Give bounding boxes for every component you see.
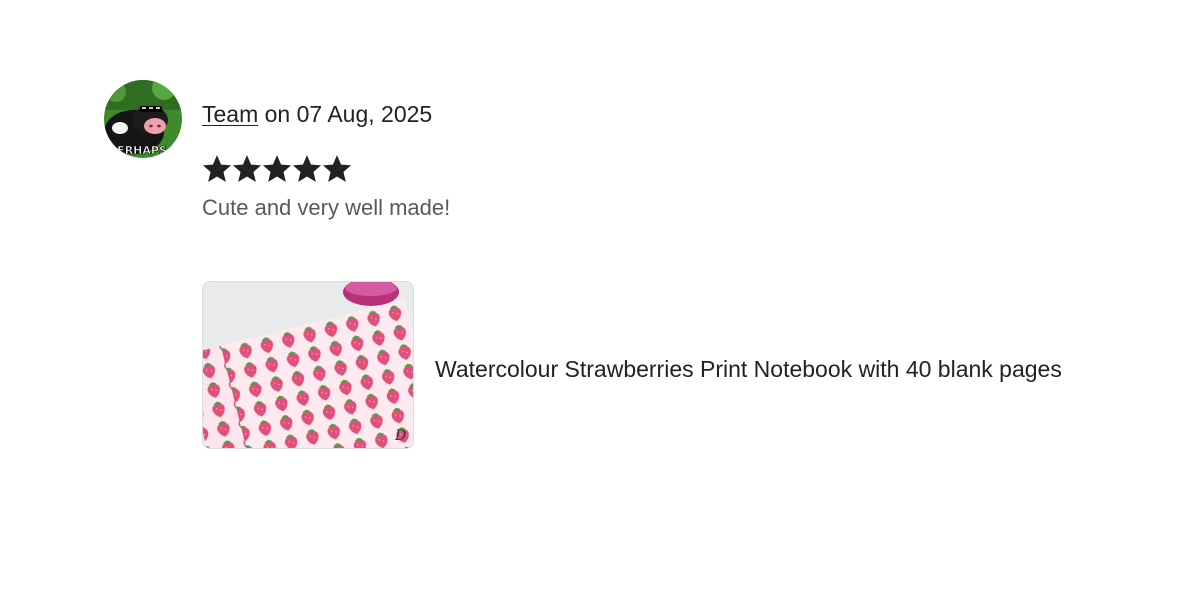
review-text: Cute and very well made! xyxy=(202,195,451,220)
review-meta: Team on 07 Aug, 2025 xyxy=(202,99,432,129)
avatar-caption: PERHAPS xyxy=(109,144,167,157)
star-icon xyxy=(292,152,322,186)
star-icon xyxy=(202,152,232,186)
star-icon xyxy=(262,152,292,186)
product-title-link[interactable]: Watercolour Strawberries Print Notebook … xyxy=(435,354,1062,384)
svg-text:D: D xyxy=(394,428,406,444)
reviewer-avatar[interactable]: PERHAPS xyxy=(104,80,182,158)
star-icon xyxy=(322,152,352,186)
product-thumbnail[interactable]: D xyxy=(202,281,414,449)
star-icon xyxy=(232,152,262,186)
star-rating xyxy=(202,152,352,186)
strawberry-notebook-image: D xyxy=(203,282,413,448)
review-date: 07 Aug, 2025 xyxy=(296,101,433,127)
cow-meme-avatar-icon: PERHAPS xyxy=(104,80,182,158)
date-prefix: on xyxy=(258,101,297,127)
reviewer-name-link[interactable]: Team xyxy=(202,101,258,127)
